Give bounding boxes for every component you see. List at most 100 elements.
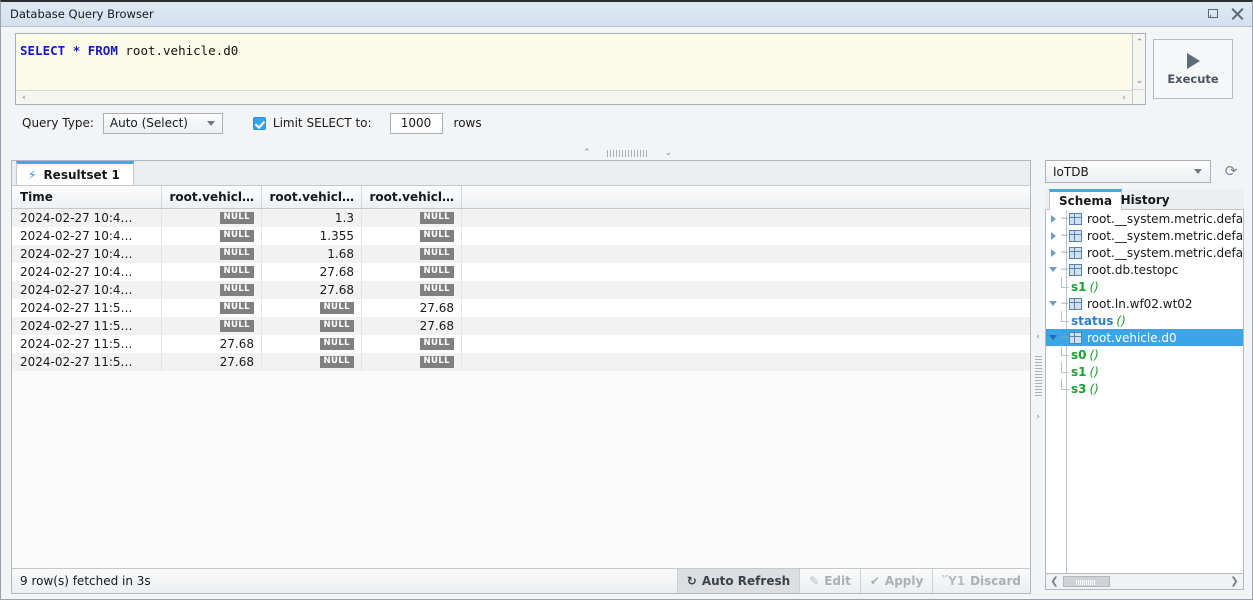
tree-leaf-node[interactable]: status() xyxy=(1046,312,1243,329)
table-row[interactable]: 2024-02-27 11:5…27.68NULLNULL xyxy=(12,335,1030,353)
table-cell[interactable]: 2024-02-27 11:5… xyxy=(12,335,162,353)
chevron-right-icon[interactable] xyxy=(1046,215,1060,223)
horizontal-splitter[interactable]: ⌃ ⌄ xyxy=(1,146,1253,160)
schema-tree-horizontal-scrollbar[interactable]: ❮ ❯ xyxy=(1045,574,1244,590)
table-cell[interactable]: 2024-02-27 10:4… xyxy=(12,281,162,299)
table-cell[interactable]: 1.68 xyxy=(262,245,362,263)
column-header[interactable]: root.vehicl… xyxy=(162,186,262,208)
splitter-grip[interactable] xyxy=(607,150,649,157)
editor-horizontal-scrollbar[interactable]: ‹ › xyxy=(16,90,1132,104)
chevron-down-icon[interactable] xyxy=(1046,301,1060,306)
limit-rows-input[interactable]: 1000 xyxy=(390,113,443,134)
table-cell[interactable]: 2024-02-27 10:4… xyxy=(12,245,162,263)
scroll-down-icon[interactable]: ⌄ xyxy=(1133,74,1146,88)
table-cell[interactable]: NULL xyxy=(362,209,462,227)
results-grid-body[interactable]: 2024-02-27 10:4…NULL1.3NULL2024-02-27 10… xyxy=(12,209,1030,549)
table-cell[interactable]: NULL xyxy=(162,227,262,245)
table-cell[interactable]: NULL xyxy=(262,353,362,371)
table-cell[interactable]: 1.3 xyxy=(262,209,362,227)
table-cell[interactable]: NULL xyxy=(362,245,462,263)
table-cell[interactable]: NULL xyxy=(362,227,462,245)
table-cell[interactable]: NULL xyxy=(162,263,262,281)
splitter-collapse-up-icon[interactable]: ⌃ xyxy=(583,148,591,158)
column-header[interactable]: root.vehicl… xyxy=(362,186,462,208)
table-row[interactable]: 2024-02-27 11:5…NULLNULL27.68 xyxy=(12,317,1030,335)
scroll-right-icon[interactable]: ❯ xyxy=(1227,574,1242,588)
table-cell[interactable]: 27.68 xyxy=(262,281,362,299)
table-cell[interactable]: 27.68 xyxy=(362,317,462,335)
query-type-select[interactable]: Auto (Select) xyxy=(103,113,223,134)
table-cell[interactable]: NULL xyxy=(362,281,462,299)
table-cell[interactable]: 27.68 xyxy=(162,335,262,353)
vertical-splitter[interactable]: ‹ › xyxy=(1031,160,1045,594)
scrollbar-thumb[interactable] xyxy=(1063,576,1110,587)
auto-refresh-button[interactable]: ↻Auto Refresh xyxy=(677,569,799,593)
schema-tree[interactable]: ─root.__system.metric.defau─root.__syste… xyxy=(1045,210,1244,574)
tree-table-node[interactable]: ─root.__system.metric.defau xyxy=(1046,210,1243,227)
vertical-splitter-grip[interactable] xyxy=(1035,356,1042,398)
limit-select-checkbox[interactable] xyxy=(253,117,266,130)
scroll-left-icon[interactable]: ‹ xyxy=(17,91,31,104)
editor-vertical-scrollbar[interactable]: ⌃ ⌄ xyxy=(1132,34,1145,104)
connection-select[interactable]: IoTDB xyxy=(1045,160,1211,183)
table-cell[interactable]: 27.68 xyxy=(162,353,262,371)
table-cell[interactable]: 2024-02-27 10:4… xyxy=(12,209,162,227)
tab-resultset-1[interactable]: ⚡ Resultset 1 xyxy=(16,161,134,185)
tree-table-node[interactable]: ─root.__system.metric.defau xyxy=(1046,227,1243,244)
table-cell[interactable]: 2024-02-27 10:4… xyxy=(12,263,162,281)
edit-button: ✎Edit xyxy=(799,569,860,593)
table-cell[interactable]: 2024-02-27 10:4… xyxy=(12,227,162,245)
close-icon[interactable] xyxy=(1231,7,1245,21)
table-row[interactable]: 2024-02-27 10:4…NULL1.68NULL xyxy=(12,245,1030,263)
table-cell[interactable]: NULL xyxy=(362,335,462,353)
tree-connector: ─ xyxy=(1060,331,1069,344)
scroll-up-icon[interactable]: ⌃ xyxy=(1133,36,1146,50)
scroll-right-icon[interactable]: › xyxy=(1117,91,1131,104)
table-cell[interactable]: NULL xyxy=(262,299,362,317)
table-row[interactable]: 2024-02-27 10:4…NULL1.3NULL xyxy=(12,209,1030,227)
table-cell[interactable]: 2024-02-27 11:5… xyxy=(12,317,162,335)
refresh-schema-icon[interactable]: ⟳ xyxy=(1221,161,1241,181)
table-cell[interactable]: NULL xyxy=(262,335,362,353)
tree-table-node[interactable]: ─root.db.testopc xyxy=(1046,261,1243,278)
tree-leaf-node[interactable]: s1() xyxy=(1046,278,1243,295)
restore-icon[interactable] xyxy=(1207,7,1221,21)
splitter-collapse-left-icon[interactable]: ‹ xyxy=(1036,332,1040,342)
execute-button[interactable]: Execute xyxy=(1153,39,1233,99)
sql-editor[interactable]: SELECT * FROM root.vehicle.d0 ⌃ ⌄ ‹ › xyxy=(15,33,1146,105)
chevron-down-icon[interactable] xyxy=(1046,267,1060,272)
table-cell[interactable]: NULL xyxy=(362,353,462,371)
table-cell[interactable]: 2024-02-27 11:5… xyxy=(12,299,162,317)
splitter-collapse-right-icon[interactable]: › xyxy=(1036,412,1040,422)
splitter-collapse-down-icon[interactable]: ⌄ xyxy=(665,148,673,158)
table-row[interactable]: 2024-02-27 11:5…NULLNULL27.68 xyxy=(12,299,1030,317)
table-cell[interactable]: NULL xyxy=(162,245,262,263)
table-cell[interactable]: NULL xyxy=(162,317,262,335)
table-row[interactable]: 2024-02-27 10:4…NULL27.68NULL xyxy=(12,281,1030,299)
table-cell[interactable]: 27.68 xyxy=(362,299,462,317)
tree-leaf-node[interactable]: s0() xyxy=(1046,346,1243,363)
tree-leaf-node[interactable]: s3() xyxy=(1046,380,1243,397)
tree-table-node[interactable]: ─root.vehicle.d0 xyxy=(1046,329,1243,346)
table-cell[interactable]: 2024-02-27 11:5… xyxy=(12,353,162,371)
column-header[interactable]: Time xyxy=(12,186,162,208)
tab-history[interactable]: History xyxy=(1112,189,1179,210)
tree-table-node[interactable]: ─root.ln.wf02.wt02 xyxy=(1046,295,1243,312)
table-cell[interactable]: NULL xyxy=(362,263,462,281)
chevron-right-icon[interactable] xyxy=(1046,232,1060,240)
tree-table-node[interactable]: ─root.__system.metric.defau xyxy=(1046,244,1243,261)
chevron-right-icon[interactable] xyxy=(1046,249,1060,257)
scroll-left-icon[interactable]: ❮ xyxy=(1047,574,1062,588)
table-row[interactable]: 2024-02-27 10:4…NULL27.68NULL xyxy=(12,263,1030,281)
table-cell[interactable]: 27.68 xyxy=(262,263,362,281)
table-row[interactable]: 2024-02-27 10:4…NULL1.355NULL xyxy=(12,227,1030,245)
column-header[interactable]: root.vehicl… xyxy=(262,186,362,208)
table-row[interactable]: 2024-02-27 11:5…27.68NULLNULL xyxy=(12,353,1030,371)
table-cell[interactable]: NULL xyxy=(162,299,262,317)
tree-leaf-node[interactable]: s1() xyxy=(1046,363,1243,380)
table-cell[interactable]: NULL xyxy=(162,281,262,299)
table-cell[interactable]: NULL xyxy=(262,317,362,335)
table-cell[interactable]: NULL xyxy=(162,209,262,227)
table-cell[interactable]: 1.355 xyxy=(262,227,362,245)
chevron-down-icon[interactable] xyxy=(1046,335,1060,340)
